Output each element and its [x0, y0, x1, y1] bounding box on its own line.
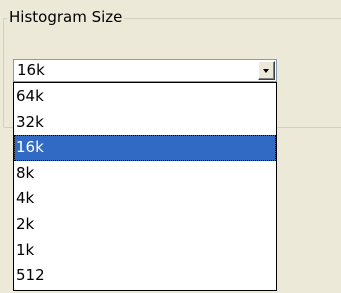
- histogram-size-dropdown-list[interactable]: 64k 32k 16k 8k 4k 2k 1k 512: [13, 82, 277, 291]
- list-item[interactable]: 1k: [14, 238, 276, 264]
- list-item[interactable]: 32k: [14, 110, 276, 136]
- list-item[interactable]: 2k: [14, 212, 276, 238]
- list-item[interactable]: 64k: [14, 84, 276, 110]
- group-title: Histogram Size: [7, 7, 125, 27]
- histogram-size-combobox[interactable]: 16k: [13, 59, 277, 82]
- chevron-down-icon: [263, 69, 269, 73]
- dropdown-button[interactable]: [258, 61, 275, 80]
- combo-selected-value: 16k: [17, 61, 45, 79]
- list-item[interactable]: 8k: [14, 161, 276, 187]
- list-item[interactable]: 512: [14, 263, 276, 289]
- list-item[interactable]: 4k: [14, 186, 276, 212]
- list-item-selected[interactable]: 16k: [14, 135, 276, 161]
